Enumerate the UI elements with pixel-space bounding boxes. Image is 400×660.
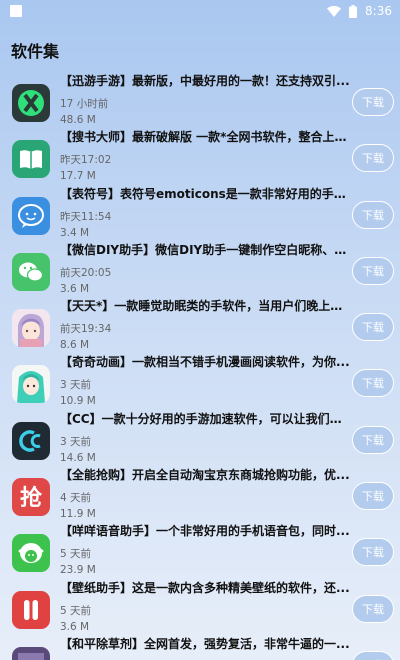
download-button[interactable]: 下载 (352, 594, 394, 623)
app-list-item[interactable]: 【壁纸助手】这是一款内含多种精美壁纸的软件，还... 5 天前 3.6 M 下载 (0, 573, 400, 633)
app-list-item[interactable]: 抢【全能抢购】开启全自动淘宝京东商城抢购功能，优... 4 天前 11.9 M 下载 (0, 460, 400, 520)
app-title[interactable]: 【表符号】表符号emoticons是一款非常好用的手表符... (60, 185, 350, 202)
app-update-time: 17 小时前 (60, 98, 109, 110)
app-title[interactable]: 【和平除草剂】全网首发，强势复活，非常牛逼的一... (60, 635, 350, 652)
app-title[interactable]: 【迅游手游】最新版，中最好用的一款！还支持双引... (60, 72, 350, 89)
download-button[interactable]: 下载 (352, 425, 394, 454)
app-list-item[interactable]: 【微信DIY助手】微信DIY助手一键制作空白昵称、头... 前天20:05 3.6 … (0, 235, 400, 295)
download-button[interactable]: 下载 (352, 482, 394, 511)
notification-icon (10, 5, 22, 17)
app-title[interactable]: 【CC】一款十分好用的手游加速软件，可以让我们用... (60, 410, 350, 427)
book-app-icon[interactable] (12, 140, 50, 179)
status-time: 8:36 (365, 4, 392, 18)
app-list-item[interactable]: 【CC】一款十分好用的手游加速软件，可以让我们用... 3 天前 14.6 M 下载 (0, 404, 400, 464)
app-update-time: 3 天前 (60, 379, 92, 392)
app-title[interactable]: 【壁纸助手】这是一款内含多种精美壁纸的软件，还... (60, 579, 350, 596)
app-list-item[interactable]: 【和平除草剂】全网首发，强势复活，非常牛逼的一...下载 (0, 629, 400, 660)
xunyou-app-icon[interactable] (12, 84, 50, 122)
sheep-app-icon[interactable] (12, 534, 50, 573)
app-title[interactable]: 【全能抢购】开启全自动淘宝京东商城抢购功能，优... (60, 466, 350, 483)
app-title[interactable]: 【微信DIY助手】微信DIY助手一键制作空白昵称、头... (60, 241, 350, 258)
app-list-item[interactable]: 【咩咩语音助手】一个非常好用的手机语音包，同时... 5 天前 23.9 M 下载 (0, 516, 400, 576)
download-button[interactable]: 下载 (352, 313, 394, 342)
app-list-item[interactable]: 【天天*】一款睡觉助眠类的手软件，当用户们晚上翻... 前天19:34 8.6 M下… (0, 291, 400, 351)
app-list: 【迅游手游】最新版，中最好用的一款！还支持双引... 17 小时前 48.6 M 下载… (0, 66, 400, 660)
download-button[interactable]: 下载 (352, 369, 394, 398)
app-list-item[interactable]: 【迅游手游】最新版，中最好用的一款！还支持双引... 17 小时前 48.6 M 下载 (0, 66, 400, 126)
app-title[interactable]: 【天天*】一款睡觉助眠类的手软件，当用户们晚上翻... (60, 297, 350, 314)
wifi-icon (327, 5, 342, 17)
app-update-time: 5 天前 (60, 604, 92, 617)
app-update-time: 5 天前 (60, 548, 92, 561)
green-hair-app-icon[interactable] (12, 365, 50, 404)
app-list-item[interactable]: 【表符号】表符号emoticons是一款非常好用的手表符... 昨天11:54 3.… (0, 179, 400, 239)
cc-app-icon[interactable] (12, 421, 50, 460)
svg-text:抢: 抢 (20, 485, 43, 511)
chat-bubble-app-icon[interactable] (12, 196, 50, 235)
app-update-time: 昨天11:54 (60, 210, 112, 223)
app-update-time: 昨天17:02 (60, 154, 112, 167)
qiang-app-icon[interactable]: 抢 (12, 478, 50, 517)
app-title[interactable]: 【咩咩语音助手】一个非常好用的手机语音包，同时... (60, 522, 350, 539)
app-update-time: 3 天前 (60, 435, 92, 448)
download-button[interactable]: 下载 (352, 256, 394, 285)
app-title[interactable]: 【奇奇动画】一款相当不错手机漫画阅读软件，为你... (60, 353, 350, 370)
wallpaper-app-icon[interactable] (12, 590, 50, 629)
download-button[interactable]: 下载 (352, 538, 394, 567)
battery-icon (349, 4, 358, 18)
wechat-app-icon[interactable] (12, 252, 50, 291)
download-button[interactable]: 下载 (352, 650, 394, 660)
app-update-time: 4 天前 (60, 492, 92, 505)
app-list-item[interactable]: 【奇奇动画】一款相当不错手机漫画阅读软件，为你... 3 天前 10.9 M 下载 (0, 347, 400, 407)
app-update-time: 前天20:05 (60, 266, 112, 279)
game-app-icon[interactable] (12, 646, 50, 660)
download-button[interactable]: 下载 (352, 200, 394, 229)
download-button[interactable]: 下载 (352, 88, 394, 116)
anime-girl-app-icon[interactable] (12, 309, 50, 348)
app-update-time: 前天19:34 (60, 323, 112, 336)
download-button[interactable]: 下载 (352, 144, 394, 173)
app-list-item[interactable]: 【搜书大师】最新破解版 一款*全网书软件，整合上百... 昨天17:02 17.7 … (0, 122, 400, 182)
status-bar: 8:36 (0, 0, 400, 22)
app-title[interactable]: 【搜书大师】最新破解版 一款*全网书软件，整合上百... (60, 128, 350, 145)
